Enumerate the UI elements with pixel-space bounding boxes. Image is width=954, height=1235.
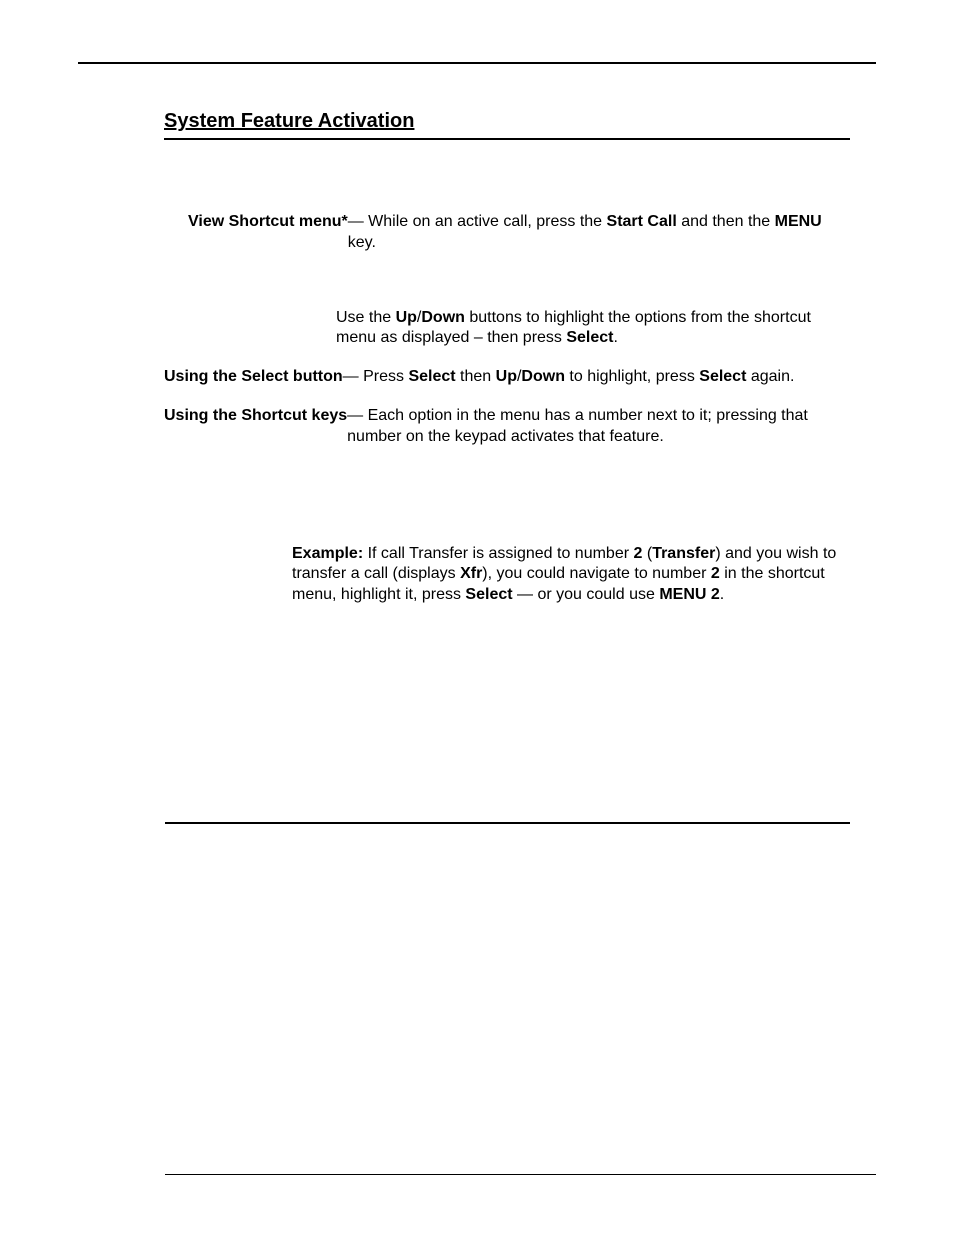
section-title: System Feature Activation	[164, 110, 414, 132]
text: — or you could use	[513, 586, 660, 603]
text: then	[456, 368, 496, 385]
text: Use the	[336, 309, 396, 326]
text: again.	[746, 368, 794, 385]
text: .	[720, 586, 724, 603]
text: .	[614, 329, 618, 346]
using-select-button-text: — Press Select then Up/Down to highlight…	[343, 367, 850, 388]
select-key: Select	[699, 368, 746, 385]
text: If call Transfer is assigned to number	[368, 545, 634, 562]
select-key: Select	[465, 586, 512, 603]
section-header-wrap: System Feature Activation	[164, 108, 850, 140]
num-2-key: 2	[711, 586, 720, 603]
transfer-label: Transfer	[652, 545, 715, 562]
num-2-key: 2	[711, 565, 720, 582]
text: — While on an active call, press the	[348, 213, 607, 230]
text: to highlight, press	[565, 368, 699, 385]
text: key.	[348, 234, 376, 251]
text: ), you could navigate to number	[482, 565, 711, 582]
select-key: Select	[408, 368, 455, 385]
xfr-label: Xfr	[460, 565, 482, 582]
example-label: Example:	[292, 545, 363, 562]
using-shortcut-keys-text: — Each option in the menu has a number n…	[347, 406, 850, 448]
text: (	[642, 545, 652, 562]
menu-key: MENU	[775, 213, 822, 230]
footer-rule	[165, 1174, 876, 1175]
up-key: Up	[396, 309, 417, 326]
view-shortcut-menu-text: — While on an active call, press the Sta…	[348, 212, 850, 254]
view-shortcut-menu-block: View Shortcut menu* — While on an active…	[188, 212, 850, 254]
text: — Press	[343, 368, 409, 385]
example-block: Example: If call Transfer is assigned to…	[292, 544, 850, 606]
page: System Feature Activation View Shortcut …	[0, 0, 954, 1235]
content: View Shortcut menu* — While on an active…	[164, 170, 850, 606]
up-key: Up	[496, 368, 517, 385]
down-key: Down	[421, 309, 465, 326]
using-shortcut-keys-label: Using the Shortcut keys	[164, 406, 347, 448]
menu-key: MENU	[659, 586, 706, 603]
content-bottom-rule	[165, 822, 850, 824]
start-call-key: Start Call	[607, 213, 677, 230]
using-select-button-block: Using the Select button — Press Select t…	[164, 367, 850, 388]
top-rule	[78, 62, 876, 64]
using-shortcut-keys-block: Using the Shortcut keys — Each option in…	[164, 406, 850, 448]
text: and then the	[677, 213, 775, 230]
text: — Each option in the menu has a number n…	[347, 407, 808, 445]
using-select-button-label: Using the Select button	[164, 367, 343, 388]
view-shortcut-menu-label: View Shortcut menu*	[188, 212, 348, 254]
select-key: Select	[566, 329, 613, 346]
down-key: Down	[521, 368, 565, 385]
up-down-select-text: Use the Up/Down buttons to highlight the…	[336, 308, 850, 350]
